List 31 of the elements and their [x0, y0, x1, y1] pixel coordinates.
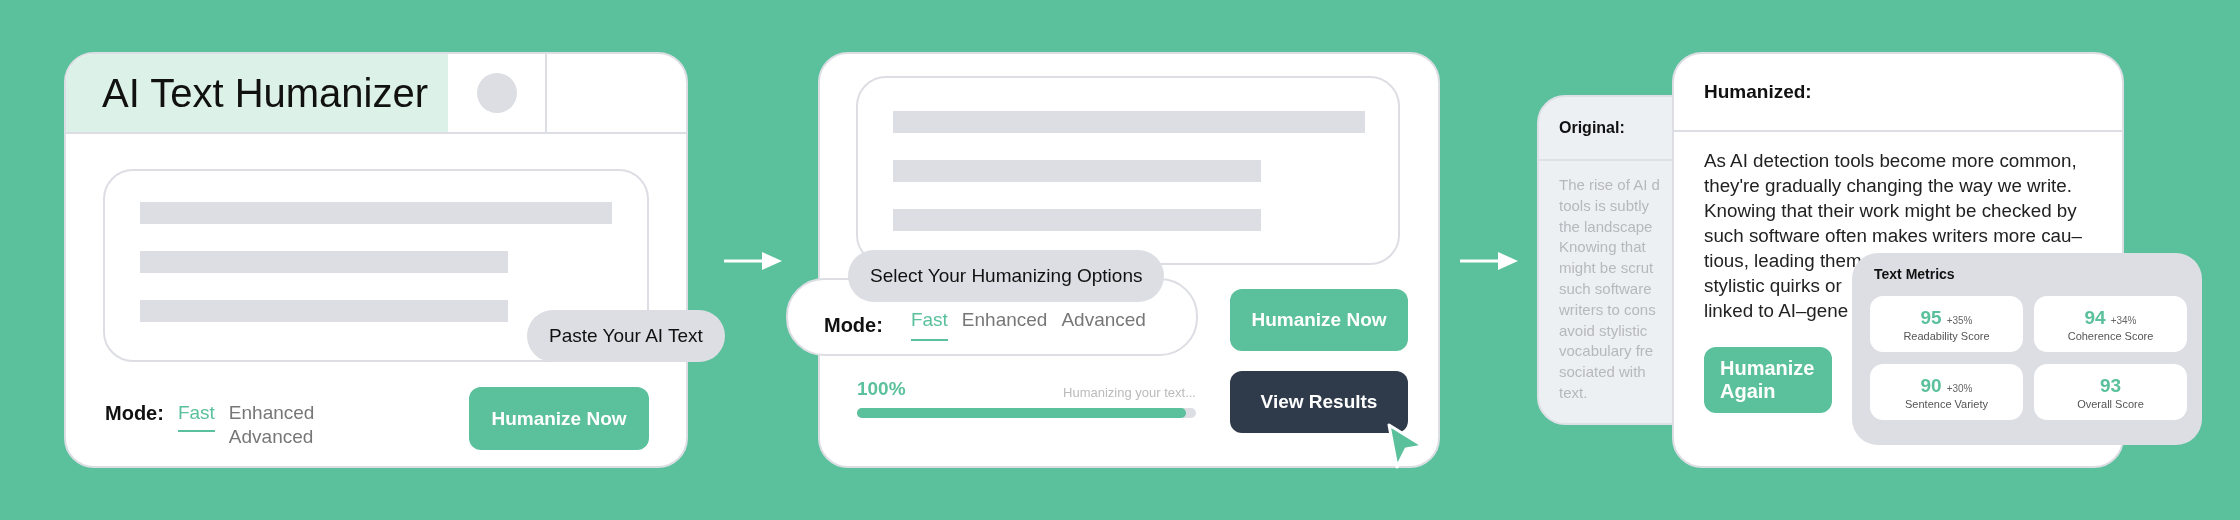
mode-option[interactable]: Enhanced: [961, 309, 1048, 341]
metric-label: Overall Score: [2077, 397, 2144, 410]
progress-percent: 100%: [857, 378, 906, 400]
arrow-icon: [1460, 249, 1520, 273]
metric-change: +30%: [1946, 382, 1973, 394]
panel-title: Original:: [1559, 119, 1625, 137]
metrics-title: Text Metrics: [1874, 266, 1956, 282]
metric-value: 95: [1920, 306, 1942, 329]
mode-label: Mode:: [824, 313, 883, 337]
view-results-button[interactable]: View Results: [1230, 371, 1408, 433]
metric-change: +34%: [2110, 314, 2137, 326]
metric-value: 94: [2084, 306, 2106, 329]
panel-title: Humanized:: [1704, 81, 1812, 103]
metric-label: Sentence Variety: [1905, 397, 1988, 410]
arrow-icon: [724, 249, 784, 273]
mode-label: Mode:: [105, 402, 164, 425]
original-text: The rise of AI d tools is subtly the landscape Knowing that might be scrut such software writers to cons avoid stylistic vocabulary fre sociated with text.: [1559, 175, 1661, 403]
metric-label: Readability Score: [1903, 329, 1990, 342]
humanized-text: tious, leading them stylistic quirks or linked to AI–gene: [1704, 249, 1862, 323]
hint-label: Select Your Humanizing Options: [848, 250, 1165, 302]
avatar-icon: [476, 73, 517, 113]
hint-label: Paste Your AI Text: [527, 310, 725, 362]
progress-status: Humanizing your text...: [1063, 385, 1196, 400]
mode-option[interactable]: Advanced: [228, 426, 315, 450]
metric-label: Coherence Score: [2067, 329, 2154, 342]
text-input-area[interactable]: [856, 76, 1400, 265]
metric-value: 93: [2099, 374, 2122, 397]
metric-value: 90: [1920, 374, 1942, 397]
mode-option[interactable]: Advanced: [1061, 309, 1146, 341]
app-title: AI Text Humanizer: [102, 70, 429, 116]
metric-change: +35%: [1946, 314, 1973, 326]
